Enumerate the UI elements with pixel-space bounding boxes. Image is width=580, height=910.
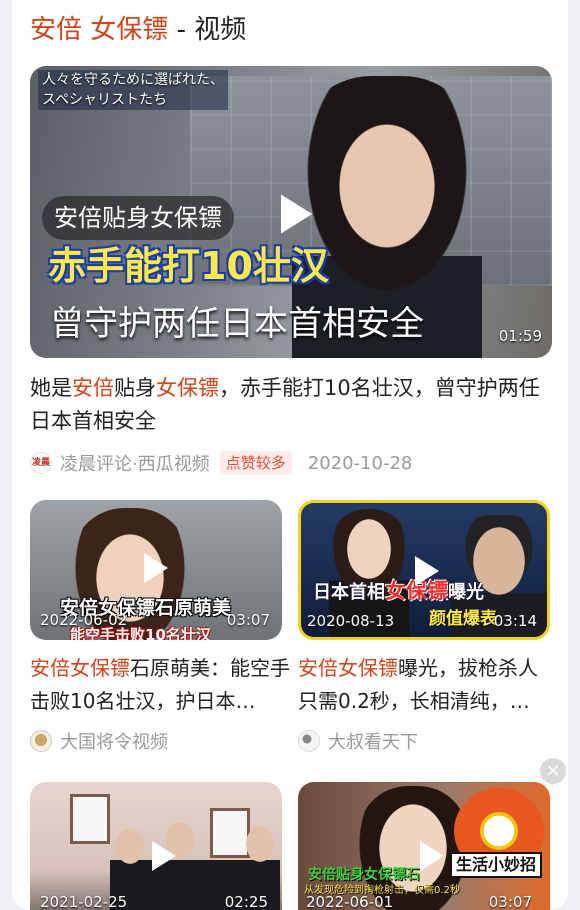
featured-video-thumbnail[interactable]: 人々を守るために選ばれた、 スペシャリストたち 安倍贴身女保镖 赤手能打10壮汉…	[30, 66, 552, 358]
overlay-caption-line-1: 人々を守るために選ばれた、	[42, 72, 224, 88]
source-avatar	[30, 730, 52, 752]
video-duration: 02:25	[224, 893, 268, 910]
video-thumbnail[interactable]: 安倍女保镖石原萌美 能空手击败10名壮汉 2022-06-02 03:07	[30, 500, 282, 640]
video-results-card: 安倍 女保镖 - 视频 人々を守るために選ばれた、 スペシャリストたち 安倍贴身…	[12, 0, 568, 910]
title-keyword: 女保镖	[156, 376, 219, 400]
thumbnail-overlay-text: 日本首相女保镖曝光	[313, 579, 484, 605]
video-source[interactable]: 凌晨评论·西瓜视频	[60, 450, 210, 476]
title-keyword: 安倍女保镖	[298, 656, 398, 680]
overlay-headline: 赤手能打10壮汉	[48, 244, 329, 288]
building-window	[70, 794, 110, 844]
video-title[interactable]: 安倍女保镖曝光，拔枪杀人只需0.2秒，长相清纯，…	[298, 652, 552, 718]
overlay-text-part: 日本首相	[313, 582, 385, 603]
video-thumbnail[interactable]: 生活小妙招 安倍贴身女保镖石 从发现危险到掏枪射击，仅需0.2秒 2022-06…	[298, 782, 550, 910]
video-source[interactable]: 大叔看天下	[328, 728, 418, 754]
overlay-badge: 安倍贴身女保镖	[42, 196, 234, 240]
overlay-japanese-caption: 人々を守るために選ばれた、 スペシャリストたち	[38, 70, 228, 110]
play-icon[interactable]	[134, 548, 174, 588]
thumbnail-overlay-sub: 颜值爆表	[429, 609, 497, 629]
play-icon[interactable]	[410, 836, 450, 876]
video-date-overlay: 2022-06-02	[40, 611, 128, 629]
thumbnail-overlay-text: 安倍贴身女保镖石	[308, 867, 420, 883]
source-avatar: 凌晨	[30, 452, 52, 474]
play-icon[interactable]	[268, 188, 320, 240]
video-title[interactable]: 安倍女保镖石原萌美：能空手击败10名壮汉，护日本…	[30, 652, 292, 718]
video-meta: 大叔看天下	[298, 728, 418, 754]
header-keyword-1: 安倍	[30, 15, 83, 45]
featured-video-title[interactable]: 她是安倍贴身女保镖，赤手能打10名壮汉，曾守护两任日本首相安全	[30, 372, 550, 438]
video-thumbnail[interactable]: 日本首相女保镖曝光 颜值爆表 2020-08-13 03:14	[298, 500, 550, 640]
video-duration: 03:14	[493, 612, 537, 630]
section-header[interactable]: 安倍 女保镖 - 视频	[30, 12, 246, 48]
video-thumbnail[interactable]: 2021-02-25 02:25	[30, 782, 282, 910]
title-keyword: 安倍女保镖	[30, 656, 130, 680]
title-text-part: 贴身	[114, 376, 156, 400]
play-icon[interactable]	[142, 836, 182, 876]
video-source[interactable]: 大国将令视频	[60, 728, 168, 754]
video-duration: 03:07	[226, 611, 270, 629]
video-duration: 03:07	[488, 893, 532, 910]
play-icon[interactable]	[405, 551, 445, 591]
title-keyword: 安倍	[72, 376, 114, 400]
close-icon[interactable]: ×	[540, 758, 566, 784]
featured-video-meta: 凌晨 凌晨评论·西瓜视频 点赞较多 2020-10-28	[30, 450, 412, 476]
overlay-text-part: 曝光	[448, 582, 484, 603]
popularity-tag: 点赞较多	[219, 451, 292, 475]
overlay-subheadline: 曾守护两任日本首相安全	[50, 304, 424, 344]
video-duration: 01:59	[498, 327, 542, 345]
video-meta: 大国将令视频	[30, 728, 168, 754]
header-suffix: - 视频	[176, 15, 247, 45]
header-keyword-2: 女保镖	[90, 15, 169, 45]
overlay-caption-line-2: スペシャリストたち	[42, 92, 168, 108]
title-text-part: 她是	[30, 376, 72, 400]
source-avatar	[298, 730, 320, 752]
brand-label: 生活小妙招	[450, 852, 543, 878]
video-date-overlay: 2021-02-25	[40, 893, 128, 910]
video-date-overlay: 2020-08-13	[307, 612, 395, 630]
video-date-overlay: 2022-06-01	[306, 893, 394, 910]
publish-date: 2020-10-28	[307, 452, 413, 474]
